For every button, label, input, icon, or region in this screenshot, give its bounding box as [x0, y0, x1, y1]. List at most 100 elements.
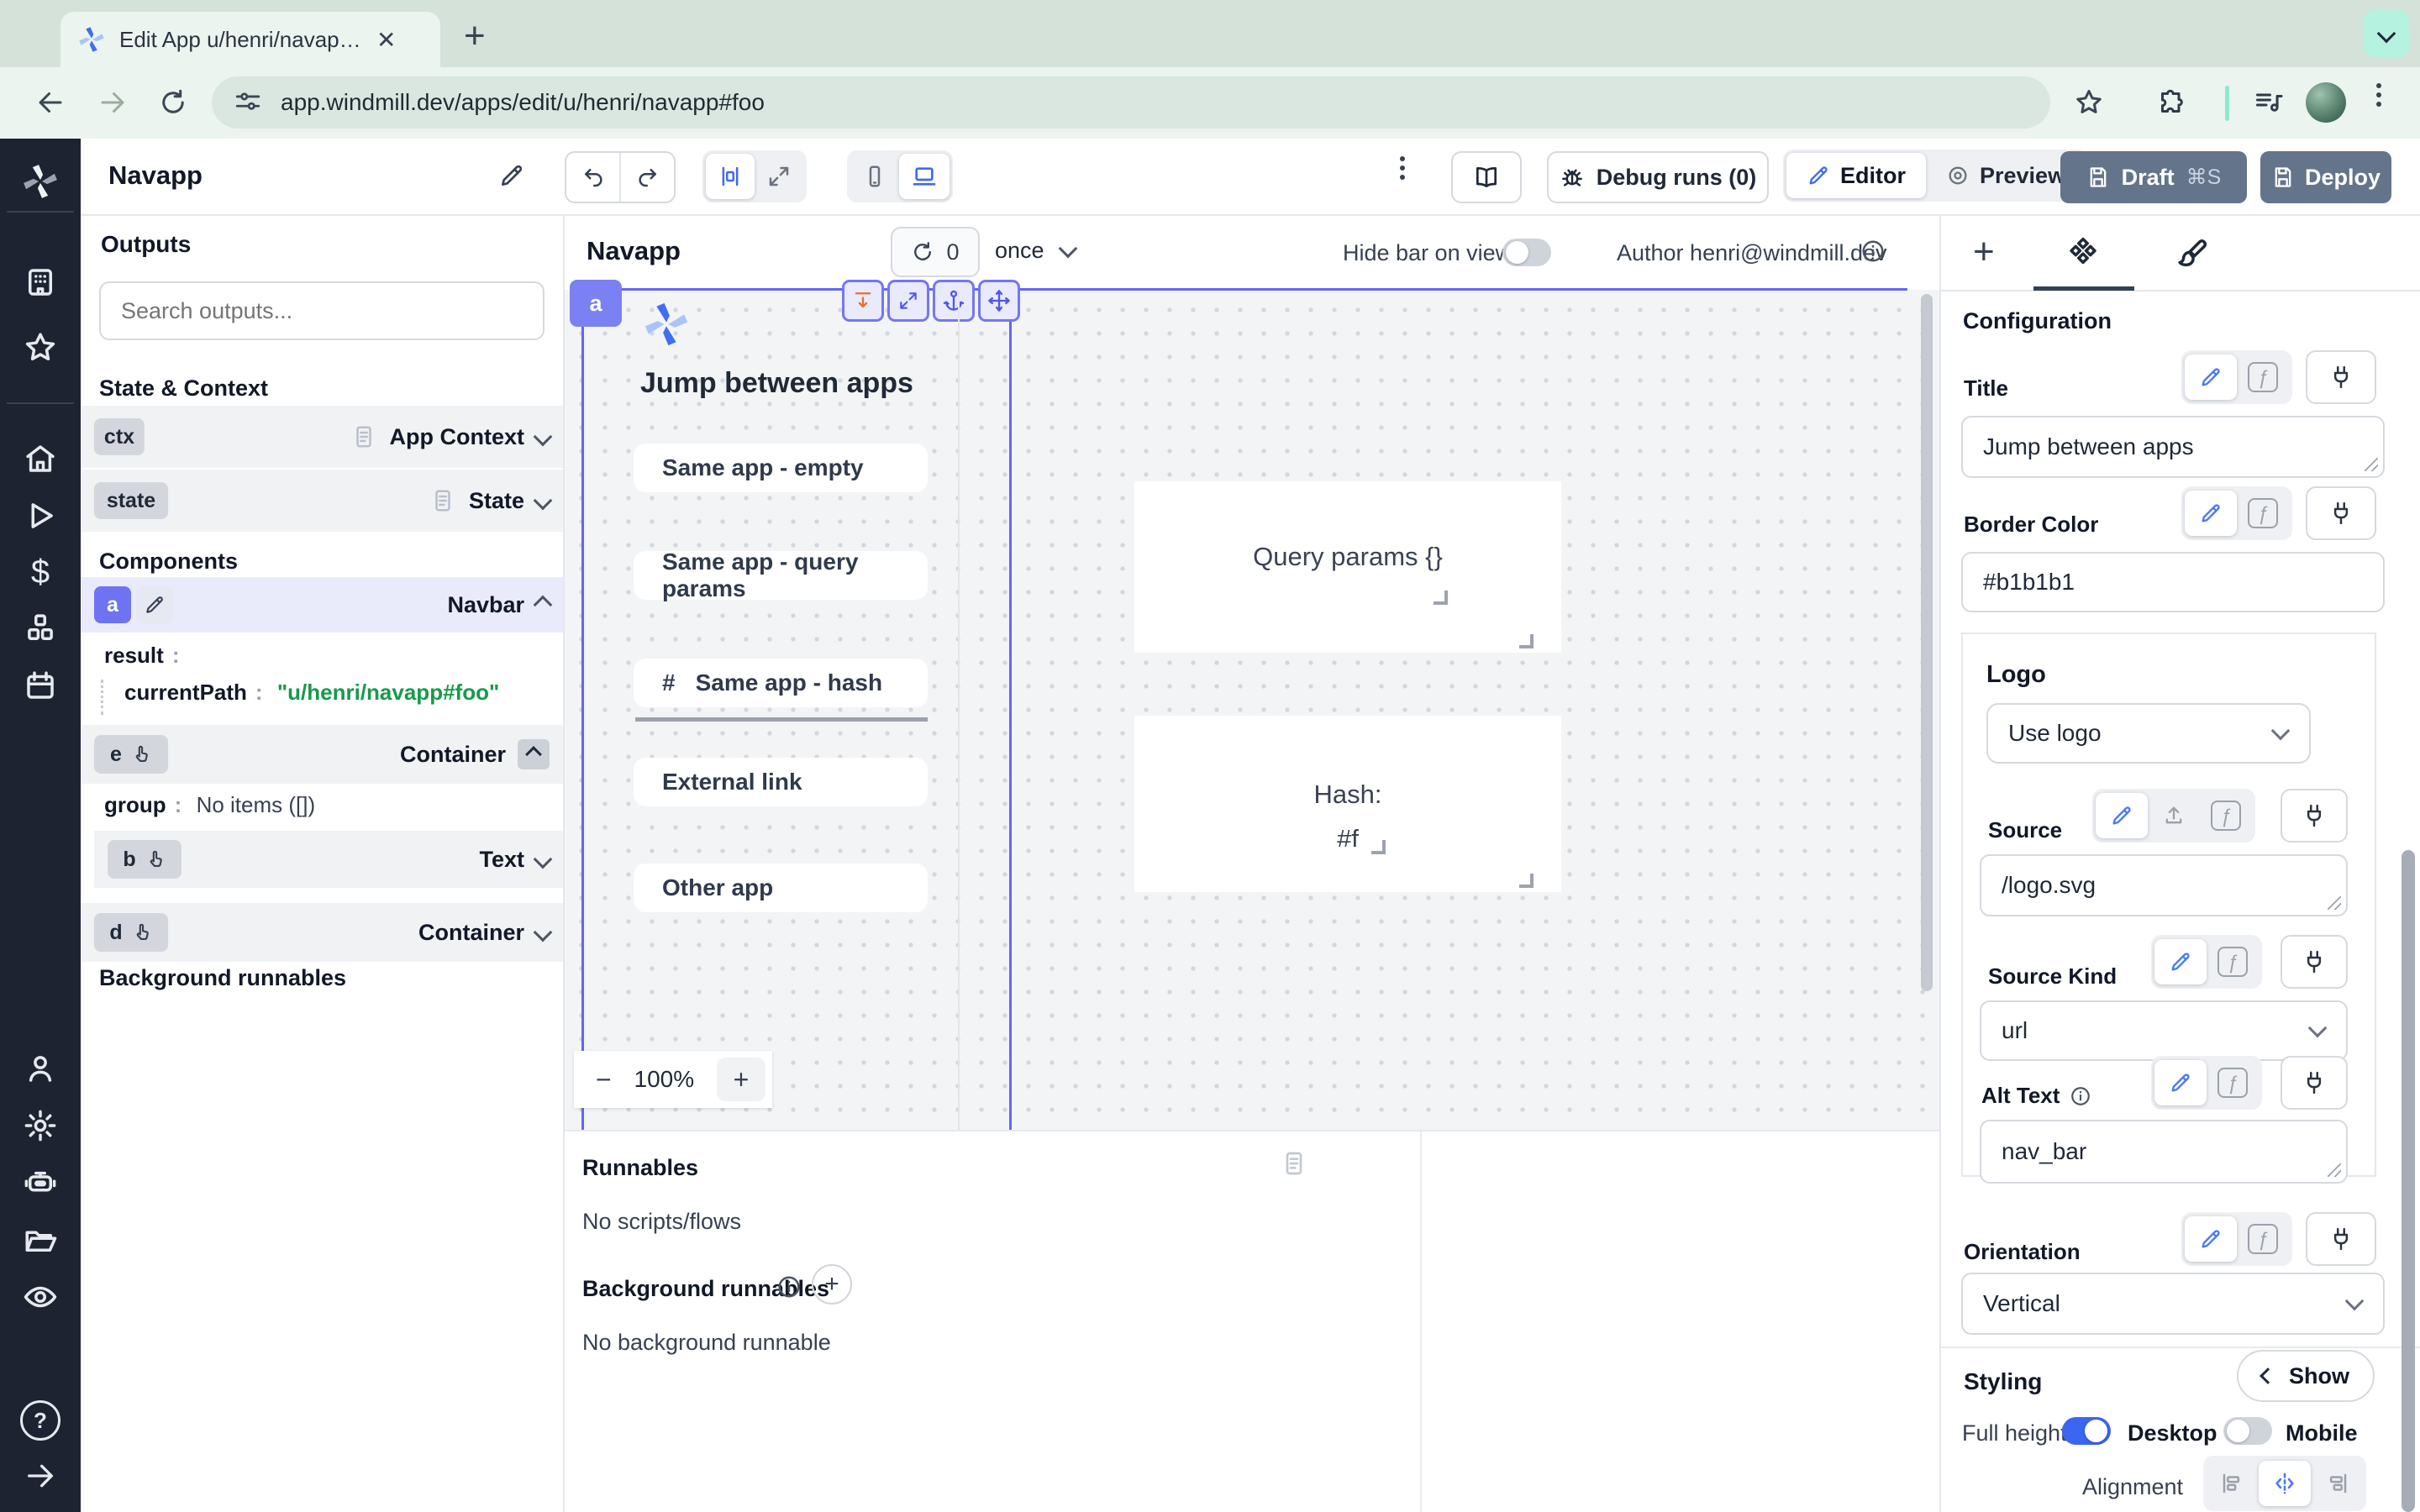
full-height-toggle[interactable] [2062, 1417, 2111, 1445]
search-outputs-input[interactable] [99, 281, 544, 340]
bookmark-star-icon[interactable] [2074, 87, 2104, 122]
component-row-e[interactable]: e Container [81, 725, 563, 784]
orientation-pencil-button[interactable] [2185, 1216, 2237, 1262]
component-d-chevron-down-icon[interactable] [534, 923, 553, 942]
rail-favorites-icon[interactable] [0, 330, 81, 365]
rail-variables-icon[interactable]: $ [0, 554, 81, 591]
rail-home-icon[interactable] [0, 441, 81, 476]
refresh-count-button[interactable]: 0 [891, 227, 980, 277]
back-icon[interactable] [35, 87, 66, 122]
query-params-box[interactable]: Query params {} [1134, 481, 1561, 653]
rail-apps-icon[interactable] [0, 265, 81, 300]
source-kind-select[interactable]: url [1980, 1000, 2348, 1061]
undo-button[interactable] [566, 153, 621, 202]
fullscreen-component-button[interactable] [887, 280, 929, 322]
forward-icon[interactable] [97, 87, 128, 122]
move-component-button[interactable] [978, 280, 1020, 322]
ctx-row[interactable]: ctx App Context [81, 406, 563, 468]
tab-search-button[interactable] [2363, 10, 2410, 57]
nav-link-external[interactable]: External link [634, 758, 928, 806]
source-kind-plug-button[interactable] [2281, 935, 2348, 989]
expand-to-content-button[interactable] [842, 280, 884, 322]
rail-runs-icon[interactable] [0, 498, 81, 533]
extensions-icon[interactable] [2156, 87, 2186, 122]
hash-box[interactable]: Hash: #f [1134, 716, 1561, 892]
alt-text-info-icon[interactable] [2070, 1085, 2091, 1107]
docs-button[interactable] [1451, 151, 1522, 203]
source-kind-pencil-button[interactable] [2154, 939, 2207, 984]
rail-users-icon[interactable] [0, 1051, 81, 1086]
orientation-fn-button[interactable]: ƒ [2237, 1216, 2289, 1262]
result-line[interactable]: result: [104, 643, 187, 669]
source-pencil-button[interactable] [2096, 793, 2148, 838]
centered-layout-button[interactable] [706, 154, 755, 199]
rail-workers-icon[interactable] [0, 1165, 81, 1200]
orientation-plug-button[interactable] [2306, 1212, 2376, 1266]
browser-menu-icon[interactable] [2376, 79, 2381, 111]
component-b-chevron-down-icon[interactable] [534, 850, 553, 869]
alt-text-plug-button[interactable] [2281, 1056, 2348, 1110]
component-a-chevron-up-icon[interactable] [534, 596, 553, 615]
state-chevron-down-icon[interactable] [534, 491, 553, 511]
nav-link-same-app-empty[interactable]: Same app - empty [634, 444, 928, 492]
resize-handle[interactable] [1434, 591, 1448, 605]
component-a-edit-pencil-icon[interactable] [136, 586, 173, 623]
align-right-button[interactable] [2311, 1461, 2363, 1506]
hide-bar-toggle[interactable] [1502, 239, 1551, 266]
profile-avatar[interactable] [2306, 82, 2346, 123]
site-settings-icon[interactable] [234, 88, 262, 117]
source-fn-button[interactable]: ƒ [2200, 793, 2252, 838]
new-tab-button[interactable]: + [464, 15, 486, 57]
use-logo-select[interactable]: Use logo [1986, 703, 2311, 764]
title-connect-plug-button[interactable] [2306, 350, 2376, 404]
rail-folders-icon[interactable] [0, 1222, 81, 1257]
selected-component-badge[interactable]: a [570, 280, 622, 327]
zoom-in-button[interactable]: + [717, 1058, 765, 1101]
canvas[interactable]: a Jump between apps Same app - empty Sam… [565, 290, 1939, 1130]
draft-button[interactable]: Draft ⌘S [2060, 151, 2247, 203]
rail-help-icon[interactable]: ? [0, 1400, 81, 1441]
source-input[interactable]: /logo.svg [1980, 854, 2348, 916]
rail-audit-icon[interactable] [0, 1279, 81, 1315]
media-playlist-icon[interactable] [2254, 87, 2284, 122]
nav-link-other-app[interactable]: Other app [634, 864, 928, 912]
orientation-select[interactable]: Vertical [1961, 1273, 2385, 1335]
mobile-view-button[interactable] [850, 154, 899, 199]
selection-right-border[interactable] [1009, 290, 1012, 1130]
windmill-logo-icon[interactable] [0, 162, 81, 201]
border-color-pencil-button[interactable] [2185, 491, 2237, 536]
styling-tab[interactable] [2175, 236, 2210, 276]
nav-link-same-app-hash[interactable]: # Same app - hash [634, 659, 928, 707]
url-bar[interactable]: app.windmill.dev/apps/edit/u/henri/navap… [212, 76, 2050, 129]
resize-handle[interactable] [1519, 874, 1534, 888]
component-settings-tab[interactable] [2065, 236, 2101, 276]
more-options-icon[interactable] [1400, 152, 1405, 184]
debug-runs-button[interactable]: Debug runs (0) [1547, 151, 1769, 203]
group-line[interactable]: group: No items ([]) [104, 792, 315, 818]
component-row-a[interactable]: a Navbar [81, 577, 563, 633]
source-upload-button[interactable] [2148, 793, 2200, 838]
alt-text-pencil-button[interactable] [2154, 1060, 2207, 1105]
zoom-out-button[interactable]: − [596, 1064, 612, 1095]
component-row-d[interactable]: d Container [81, 903, 563, 962]
styling-show-button[interactable]: Show [2237, 1350, 2375, 1402]
tab-close-icon[interactable]: ✕ [376, 26, 396, 54]
component-e-collapse-button[interactable] [518, 739, 550, 769]
nav-link-same-app-query[interactable]: Same app - query params [634, 551, 928, 600]
deploy-button[interactable]: Deploy [2260, 151, 2391, 203]
background-runnables-info-icon[interactable] [776, 1274, 802, 1304]
align-left-button[interactable] [2207, 1461, 2259, 1506]
insert-component-tab[interactable]: + [1973, 231, 1995, 273]
source-kind-fn-button[interactable]: ƒ [2207, 939, 2259, 984]
add-background-runnable-button[interactable]: + [812, 1264, 852, 1305]
border-color-input[interactable]: #b1b1b1 [1961, 552, 2385, 612]
border-color-fn-button[interactable]: ƒ [2237, 491, 2289, 536]
state-row[interactable]: state State [81, 470, 563, 532]
border-color-plug-button[interactable] [2306, 486, 2376, 540]
anchor-component-button[interactable] [933, 280, 975, 322]
editor-tab[interactable]: Editor [1786, 153, 1926, 198]
runnables-doc-icon[interactable] [1281, 1150, 1307, 1181]
source-plug-button[interactable] [2281, 789, 2348, 843]
ctx-chevron-down-icon[interactable] [534, 428, 553, 447]
rail-collapse-icon[interactable] [0, 1459, 81, 1493]
